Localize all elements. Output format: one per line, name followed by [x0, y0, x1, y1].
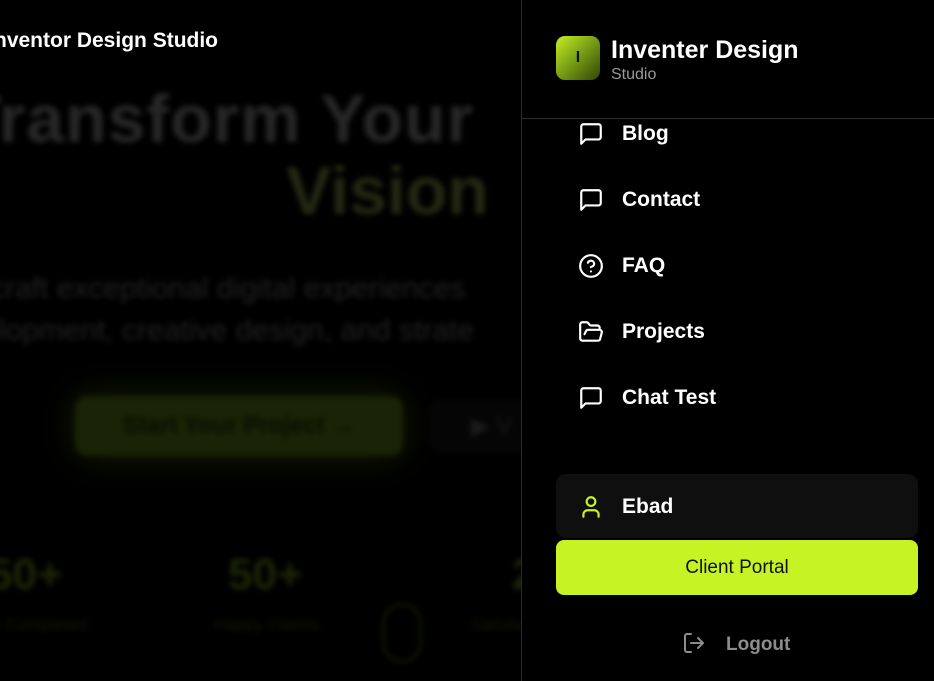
folder-open-icon [578, 319, 604, 345]
nav-item-contact[interactable]: Contact [578, 180, 700, 220]
nav-label: Contact [622, 188, 701, 211]
help-circle-icon [578, 253, 604, 279]
drawer-subtitle: Studio [611, 66, 657, 83]
nav-label: FAQ [622, 254, 666, 277]
message-square-icon [578, 121, 604, 147]
nav-item-chat-test[interactable]: Chat Test [578, 378, 716, 418]
nav-label: Projects [622, 320, 705, 343]
user-icon [578, 494, 604, 520]
logout-button[interactable]: Logout [682, 630, 790, 660]
hero-paragraph-line-1: craft exceptional digital experiences [0, 272, 466, 305]
drawer-header: I Inventer Design Studio [522, 0, 934, 119]
message-square-icon [578, 385, 604, 411]
user-name: Ebad [622, 495, 674, 518]
user-profile-card[interactable]: Ebad [556, 474, 918, 538]
logout-icon [682, 631, 706, 660]
stat-value: 50+ [0, 550, 63, 599]
client-portal-button[interactable]: Client Portal [556, 540, 918, 595]
mobile-nav-drawer: I Inventer Design Studio Blog Contact FA… [521, 0, 934, 681]
stat-label: Happy Clients [214, 615, 320, 634]
nav-label: Chat Test [622, 386, 717, 409]
logo-badge[interactable]: I [556, 36, 600, 80]
nav-item-projects[interactable]: Projects [578, 312, 705, 352]
nav-item-blog[interactable]: Blog [578, 114, 669, 154]
start-project-button[interactable]: Start Your Project → [75, 396, 403, 456]
scroll-mouse-icon [382, 603, 422, 663]
logout-label: Logout [726, 634, 791, 655]
stat-label: s Completed [0, 615, 88, 634]
nav-item-faq[interactable]: FAQ [578, 246, 665, 286]
stat-value: 50+ [228, 550, 303, 599]
hero-paragraph-line-2: elopment, creative design, and strate [0, 314, 474, 347]
drawer-title[interactable]: Inventer Design [611, 36, 799, 65]
hero-title-line-1: Transform Your [0, 81, 475, 157]
message-square-icon [578, 187, 604, 213]
nav-label: Blog [622, 122, 669, 145]
site-brand[interactable]: nventor Design Studio [0, 29, 218, 53]
hero-title-line-2: Vision [286, 153, 489, 229]
